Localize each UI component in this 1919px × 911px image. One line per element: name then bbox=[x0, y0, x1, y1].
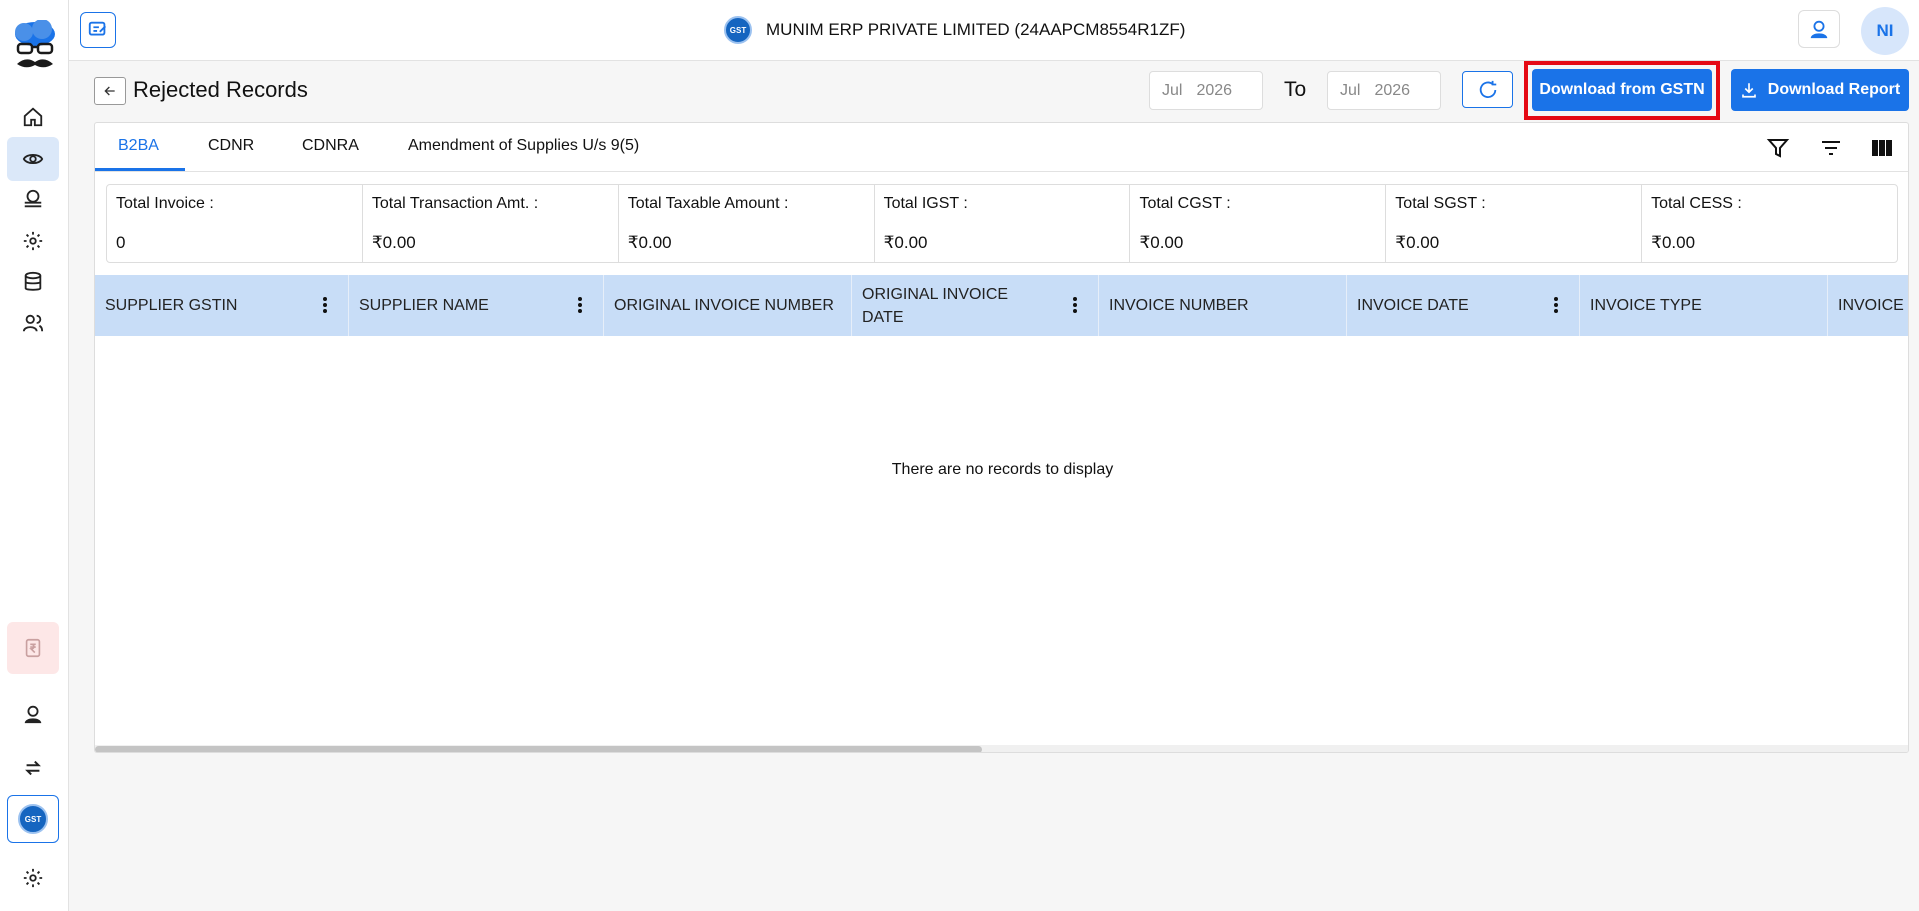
table-header: SUPPLIER GSTIN SUPPLIER NAME ORIGINAL IN… bbox=[95, 275, 1908, 336]
column-menu-icon[interactable] bbox=[1553, 295, 1559, 315]
gear-icon bbox=[23, 868, 43, 888]
column-header-invoice-type[interactable]: INVOICE TYPE bbox=[1580, 275, 1828, 336]
summary-total-taxable-amount: Total Taxable Amount : ₹0.00 bbox=[619, 185, 875, 262]
to-label: To bbox=[1284, 78, 1307, 101]
column-header-supplier-name[interactable]: SUPPLIER NAME bbox=[349, 275, 604, 336]
to-year: 2026 bbox=[1374, 81, 1411, 99]
arrow-left-icon bbox=[104, 86, 115, 96]
company-selector[interactable]: GST MUNIM ERP PRIVATE LIMITED (24AAPCM85… bbox=[724, 16, 1185, 44]
from-year: 2026 bbox=[1196, 81, 1233, 99]
page-title: Rejected Records bbox=[133, 77, 308, 102]
column-header-original-invoice-date[interactable]: ORIGINAL INVOICE DATE bbox=[852, 275, 1099, 336]
column-header-supplier-gstin[interactable]: SUPPLIER GSTIN bbox=[95, 275, 349, 336]
munim-logo-icon[interactable] bbox=[12, 19, 58, 74]
sync-icon bbox=[25, 760, 41, 776]
scrollbar-thumb[interactable] bbox=[95, 746, 982, 752]
top-bar: GST MUNIM ERP PRIVATE LIMITED (24AAPCM85… bbox=[69, 0, 1919, 61]
tab-amendment-of-supplies[interactable]: Amendment of Supplies U/s 9(5) bbox=[408, 137, 639, 155]
column-menu-icon[interactable] bbox=[1072, 295, 1078, 315]
column-header-invoice-date[interactable]: INVOICE DATE bbox=[1347, 275, 1580, 336]
chat-edit-icon bbox=[88, 21, 106, 36]
chat-button[interactable] bbox=[80, 12, 116, 48]
records-panel: B2BA CDNR CDNRA Amendment of Supplies U/… bbox=[94, 122, 1909, 753]
column-header-invoice[interactable]: INVOICE bbox=[1828, 275, 1908, 336]
users-icon bbox=[22, 314, 44, 332]
sidebar-item-database[interactable] bbox=[7, 260, 59, 304]
support-agent-icon bbox=[1810, 20, 1828, 39]
user-avatar[interactable]: NI bbox=[1861, 7, 1909, 55]
sidebar-item-preferences[interactable] bbox=[7, 856, 59, 900]
tab-b2ba[interactable]: B2BA bbox=[118, 137, 159, 155]
tab-cdnr[interactable]: CDNR bbox=[208, 137, 254, 155]
sort-lines-icon bbox=[1822, 141, 1840, 155]
back-button[interactable] bbox=[94, 77, 126, 105]
from-month: Jul bbox=[1162, 81, 1183, 99]
summary-total-invoice: Total Invoice : 0 bbox=[107, 185, 363, 262]
summary-total-cgst: Total CGST : ₹0.00 bbox=[1130, 185, 1387, 262]
sidebar-item-reports[interactable] bbox=[7, 177, 59, 221]
eye-icon bbox=[22, 153, 44, 165]
sort-button[interactable] bbox=[1818, 135, 1844, 161]
download-from-gstn-button[interactable]: Download from GSTN bbox=[1532, 69, 1712, 111]
summary-total-sgst: Total SGST : ₹0.00 bbox=[1386, 185, 1643, 262]
sidebar-item-settings[interactable] bbox=[7, 219, 59, 263]
sidebar-item-home[interactable] bbox=[7, 95, 59, 139]
column-menu-icon[interactable] bbox=[577, 295, 583, 315]
to-date-picker[interactable]: Jul 2026 bbox=[1327, 71, 1441, 110]
summary-totals: Total Invoice : 0 Total Transaction Amt.… bbox=[106, 184, 1898, 263]
filter-icon bbox=[1766, 139, 1790, 158]
sidebar-item-billing[interactable] bbox=[7, 622, 59, 674]
summary-total-igst: Total IGST : ₹0.00 bbox=[875, 185, 1131, 262]
download-report-button[interactable]: Download Report bbox=[1731, 69, 1909, 111]
filter-button[interactable] bbox=[1765, 135, 1791, 161]
summary-total-transaction-amt: Total Transaction Amt. : ₹0.00 bbox=[363, 185, 619, 262]
to-month: Jul bbox=[1340, 81, 1361, 99]
gear-icon bbox=[23, 231, 43, 251]
refresh-button[interactable] bbox=[1462, 71, 1513, 108]
download-icon bbox=[1741, 83, 1756, 98]
columns-button[interactable] bbox=[1869, 135, 1895, 161]
rupee-icon bbox=[25, 638, 41, 658]
tab-bar: B2BA CDNR CDNRA Amendment of Supplies U/… bbox=[95, 123, 1908, 172]
horizontal-scrollbar[interactable] bbox=[95, 745, 1908, 752]
gst-icon: GST bbox=[724, 16, 752, 44]
empty-state-message: There are no records to display bbox=[891, 461, 1114, 478]
active-tab-indicator bbox=[95, 168, 185, 171]
sidebar-item-view[interactable] bbox=[7, 137, 59, 181]
gst-icon: GST bbox=[18, 804, 48, 834]
from-date-picker[interactable]: Jul 2026 bbox=[1149, 71, 1263, 110]
company-name: MUNIM ERP PRIVATE LIMITED (24AAPCM8554R1… bbox=[766, 20, 1186, 39]
sidebar-item-users[interactable] bbox=[7, 301, 59, 345]
columns-icon bbox=[1872, 140, 1892, 156]
column-header-invoice-number[interactable]: INVOICE NUMBER bbox=[1099, 275, 1347, 336]
sidebar-item-sync[interactable] bbox=[7, 746, 59, 790]
sidebar: GST bbox=[0, 0, 69, 911]
column-header-original-invoice-number[interactable]: ORIGINAL INVOICE NUMBER bbox=[604, 275, 852, 336]
support-agent-icon bbox=[24, 705, 42, 724]
column-menu-icon[interactable] bbox=[322, 295, 328, 315]
refresh-icon bbox=[1479, 80, 1496, 98]
money-stack-icon bbox=[24, 189, 42, 208]
sidebar-item-support[interactable] bbox=[7, 692, 59, 736]
support-button[interactable] bbox=[1798, 10, 1840, 48]
database-icon bbox=[24, 271, 42, 291]
summary-total-cess: Total CESS : ₹0.00 bbox=[1651, 195, 1742, 252]
download-report-label: Download Report bbox=[1767, 81, 1901, 98]
tab-cdnra[interactable]: CDNRA bbox=[302, 137, 359, 155]
sidebar-item-gst[interactable]: GST bbox=[7, 795, 59, 843]
home-icon bbox=[23, 107, 43, 127]
